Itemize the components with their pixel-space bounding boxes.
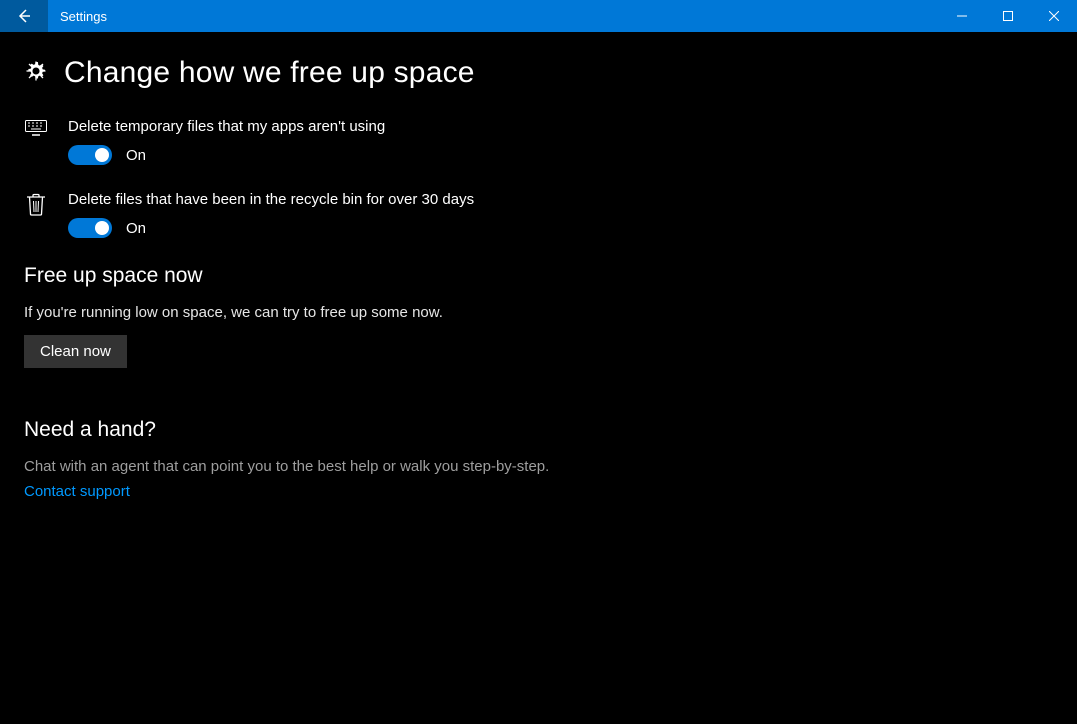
- recycle-bin-toggle-state: On: [126, 220, 146, 237]
- temp-files-toggle[interactable]: [68, 145, 112, 165]
- close-button[interactable]: [1031, 0, 1077, 32]
- minimize-icon: [957, 11, 967, 21]
- recycle-bin-label: Delete files that have been in the recyc…: [68, 191, 474, 208]
- free-up-desc: If you're running low on space, we can t…: [24, 304, 1053, 321]
- setting-recycle-bin: Delete files that have been in the recyc…: [24, 191, 1053, 238]
- content-area: Change how we free up space Delete tempo…: [0, 32, 1077, 724]
- setting-temp-files: Delete temporary files that my apps aren…: [24, 118, 1053, 165]
- titlebar: Settings: [0, 0, 1077, 32]
- clean-now-button[interactable]: Clean now: [24, 335, 127, 368]
- help-desc: Chat with an agent that can point you to…: [24, 458, 1053, 475]
- back-arrow-icon: [16, 8, 32, 24]
- trash-icon: [24, 191, 48, 217]
- free-up-title: Free up space now: [24, 264, 1053, 288]
- minimize-button[interactable]: [939, 0, 985, 32]
- toggle-knob: [95, 221, 109, 235]
- page-title: Change how we free up space: [64, 56, 475, 90]
- contact-support-link[interactable]: Contact support: [24, 483, 130, 500]
- back-button[interactable]: [0, 0, 48, 32]
- window-controls: [939, 0, 1077, 32]
- recycle-bin-toggle[interactable]: [68, 218, 112, 238]
- help-section: Need a hand? Chat with an agent that can…: [24, 418, 1053, 501]
- keyboard-icon: [24, 118, 48, 136]
- temp-files-toggle-state: On: [126, 147, 146, 164]
- help-title: Need a hand?: [24, 418, 1053, 442]
- page-header: Change how we free up space: [24, 56, 1053, 90]
- window-title: Settings: [48, 0, 939, 32]
- maximize-icon: [1003, 11, 1013, 21]
- maximize-button[interactable]: [985, 0, 1031, 32]
- toggle-knob: [95, 148, 109, 162]
- close-icon: [1049, 11, 1059, 21]
- temp-files-label: Delete temporary files that my apps aren…: [68, 118, 385, 135]
- gear-icon: [24, 59, 48, 88]
